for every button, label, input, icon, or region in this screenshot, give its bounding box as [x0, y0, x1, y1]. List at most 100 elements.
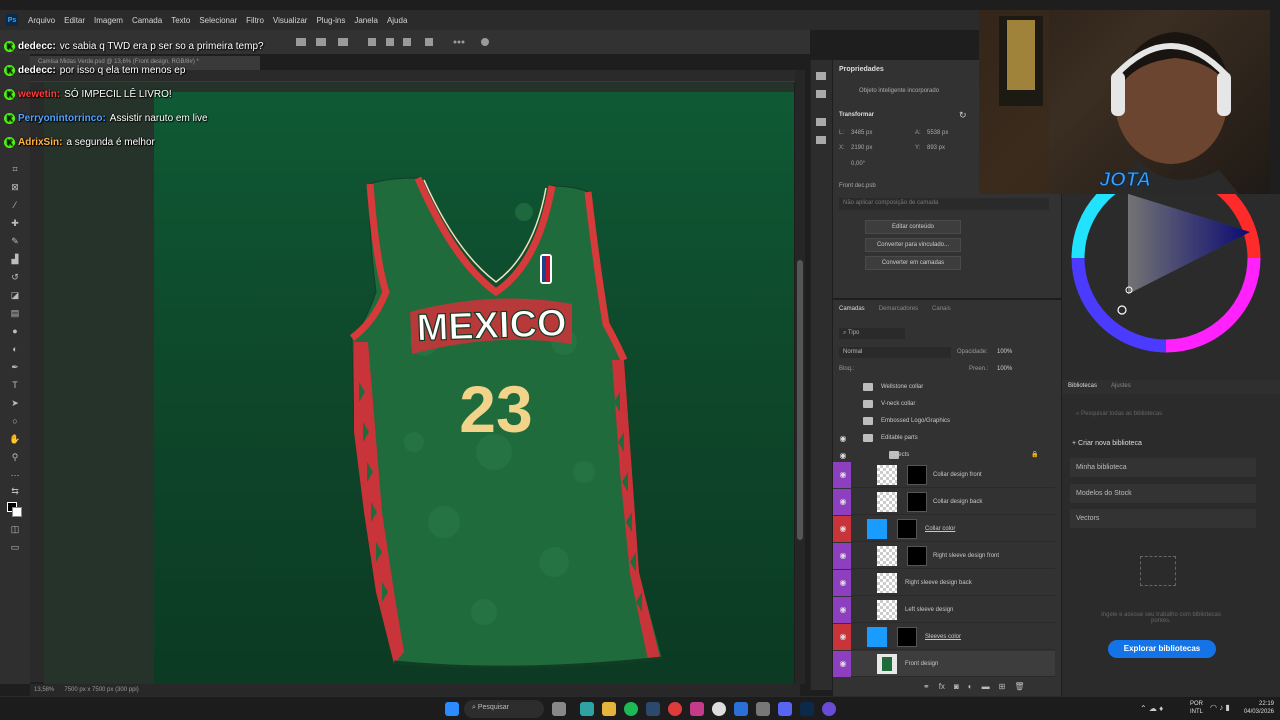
layer-row[interactable]: ◉ Right sleeve design front — [833, 543, 1055, 569]
edit-contents-button[interactable]: Editar conteúdo — [865, 220, 961, 234]
layer-row[interactable]: ◉ Collar design back — [833, 489, 1055, 515]
spotify-icon[interactable] — [624, 702, 638, 716]
layer-group-wellstone-collar[interactable]: Wellstone collar — [833, 379, 1055, 396]
height-field[interactable]: 5538 px — [927, 130, 948, 136]
menu-camada[interactable]: Camada — [132, 16, 162, 25]
menu-filtro[interactable]: Filtro — [246, 16, 264, 25]
vertical-scrollbar[interactable] — [795, 70, 805, 684]
pen-tool-icon[interactable]: ✒ — [9, 362, 21, 372]
fill-field[interactable]: 100% — [997, 366, 1012, 372]
history-brush-icon[interactable]: ↺ — [9, 272, 21, 282]
distribute-3-icon[interactable] — [403, 38, 411, 46]
windows-start-icon[interactable] — [445, 702, 459, 716]
taskbar-app-icon[interactable] — [690, 702, 704, 716]
dodge-tool-icon[interactable]: ◐ — [9, 344, 21, 354]
paragraph-panel-icon[interactable] — [816, 136, 826, 144]
add-mask-icon[interactable]: ◙ — [954, 682, 959, 691]
y-field[interactable]: 893 px — [927, 145, 945, 151]
taskbar-app-icon[interactable] — [734, 702, 748, 716]
gradient-tool-icon[interactable]: ▤ — [9, 308, 21, 318]
healing-brush-icon[interactable]: ✚ — [9, 218, 21, 228]
menu-visualizar[interactable]: Visualizar — [273, 16, 308, 25]
path-selection-icon[interactable]: ➤ — [9, 398, 21, 408]
menu-texto[interactable]: Texto — [171, 16, 190, 25]
new-library-button[interactable]: + Criar nova biblioteca — [1072, 440, 1142, 447]
layer-group-editable-parts[interactable]: ◉ Editable parts — [833, 430, 1055, 447]
blend-mode-select[interactable]: Normal — [839, 347, 951, 358]
type-tool-icon[interactable]: T — [9, 380, 21, 390]
zoom-level[interactable]: 13,58% — [34, 687, 54, 693]
clock[interactable]: 22:19 04/03/2026 — [1238, 700, 1274, 716]
visibility-eye-icon[interactable]: ◉ — [837, 605, 849, 615]
swap-colors-icon[interactable]: ⇆ — [9, 486, 21, 496]
library-item-vectors[interactable]: Vectors — [1070, 509, 1256, 529]
menu-selecionar[interactable]: Selecionar — [199, 16, 237, 25]
taskbar-search-box[interactable]: ⌕ Pesquisar — [464, 700, 544, 718]
distribute-4-icon[interactable] — [425, 38, 433, 46]
tab-paths[interactable]: Demarcadores — [879, 306, 918, 312]
opacity-field[interactable]: 100% — [997, 349, 1012, 355]
vertical-scroll-thumb[interactable] — [797, 260, 803, 540]
character-panel-icon[interactable] — [816, 118, 826, 126]
reset-transform-icon[interactable]: ↻ — [959, 110, 967, 121]
visibility-eye-icon[interactable]: ◉ — [837, 497, 849, 507]
layer-row[interactable]: ◉ Right sleeve design back — [833, 570, 1055, 596]
new-layer-icon[interactable]: ⊞ — [999, 682, 1006, 691]
menu-plugins[interactable]: Plug-ins — [316, 16, 345, 25]
layer-comp-select[interactable]: Não aplicar composição de camada — [839, 198, 1049, 210]
gear-icon[interactable] — [481, 38, 489, 46]
crop-tool-icon[interactable]: ⌗ — [9, 164, 21, 174]
tray-icons[interactable]: ⌃ ☁ ♦ — [1140, 704, 1163, 713]
distribute-2-icon[interactable] — [386, 38, 394, 46]
layer-row[interactable]: ◉ Left sleeve design — [833, 597, 1055, 623]
visibility-eye-icon[interactable]: ◉ — [837, 451, 849, 461]
menu-editar[interactable]: Editar — [64, 16, 85, 25]
tab-libraries[interactable]: Bibliotecas — [1068, 383, 1097, 391]
new-group-icon[interactable]: ▬ — [982, 682, 990, 691]
convert-to-linked-button[interactable]: Converter para vinculado... — [865, 238, 961, 252]
visibility-eye-icon[interactable]: ◉ — [837, 524, 849, 534]
delete-layer-icon[interactable]: 🗑 — [1014, 682, 1024, 691]
hue-handle[interactable] — [1117, 305, 1127, 315]
clone-stamp-icon[interactable]: ▟ — [9, 254, 21, 264]
layer-row-selected[interactable]: ◉ Front design — [833, 651, 1055, 677]
library-search-input[interactable]: ⌕ Pesquisar todas as bibliotecas — [1070, 408, 1256, 422]
taskbar-app-icon[interactable] — [552, 702, 566, 716]
align-right-icon[interactable] — [338, 38, 348, 46]
frame-tool-icon[interactable]: ⊠ — [9, 182, 21, 192]
screen-mode-icon[interactable]: ▭ — [9, 542, 21, 552]
wifi-volume-battery-icons[interactable]: ◠ ♪ ▮ — [1210, 703, 1230, 712]
eraser-tool-icon[interactable]: ◪ — [9, 290, 21, 300]
menu-janela[interactable]: Janela — [354, 16, 378, 25]
visibility-eye-icon[interactable]: ◉ — [837, 659, 849, 669]
visibility-eye-icon[interactable]: ◉ — [837, 470, 849, 480]
settings-icon[interactable] — [756, 702, 770, 716]
color-wheel-picker[interactable] — [1062, 194, 1280, 374]
hand-tool-icon[interactable]: ✋ — [9, 434, 21, 444]
visibility-eye-icon[interactable]: ◉ — [837, 434, 849, 444]
tab-adjustments[interactable]: Ajustes — [1111, 383, 1131, 391]
artboard[interactable]: MEXICO 23 — [154, 92, 794, 684]
file-explorer-icon[interactable] — [602, 702, 616, 716]
visibility-eye-icon[interactable]: ◉ — [837, 578, 849, 588]
explore-libraries-button[interactable]: Explorar bibliotecas — [1108, 640, 1216, 658]
library-item-my-library[interactable]: Minha biblioteca — [1070, 458, 1256, 478]
visibility-eye-icon[interactable]: ◉ — [837, 632, 849, 642]
shape-tool-icon[interactable]: ○ — [9, 416, 21, 426]
photoshop-taskbar-icon[interactable] — [800, 702, 814, 716]
taskbar-app-icon[interactable] — [712, 702, 726, 716]
brush-tool-icon[interactable]: ✎ — [9, 236, 21, 246]
taskbar-app-icon[interactable] — [778, 702, 792, 716]
chrome-icon[interactable] — [668, 702, 682, 716]
angle-field[interactable]: 0,00° — [851, 161, 865, 167]
adjustment-layer-icon[interactable]: ◐ — [968, 682, 973, 691]
zoom-tool-icon[interactable]: ⚲ — [9, 452, 21, 462]
more-options-icon[interactable] — [453, 40, 457, 44]
library-item-stock-templates[interactable]: Modelos do Stock — [1070, 484, 1256, 504]
comments-panel-icon[interactable] — [816, 90, 826, 98]
background-color-swatch[interactable] — [12, 507, 22, 517]
menu-ajuda[interactable]: Ajuda — [387, 16, 407, 25]
eyedropper-tool-icon[interactable]: ⁄ — [9, 200, 21, 210]
tab-channels[interactable]: Canais — [932, 306, 951, 312]
more-tools-icon[interactable]: ⋯ — [9, 470, 21, 480]
